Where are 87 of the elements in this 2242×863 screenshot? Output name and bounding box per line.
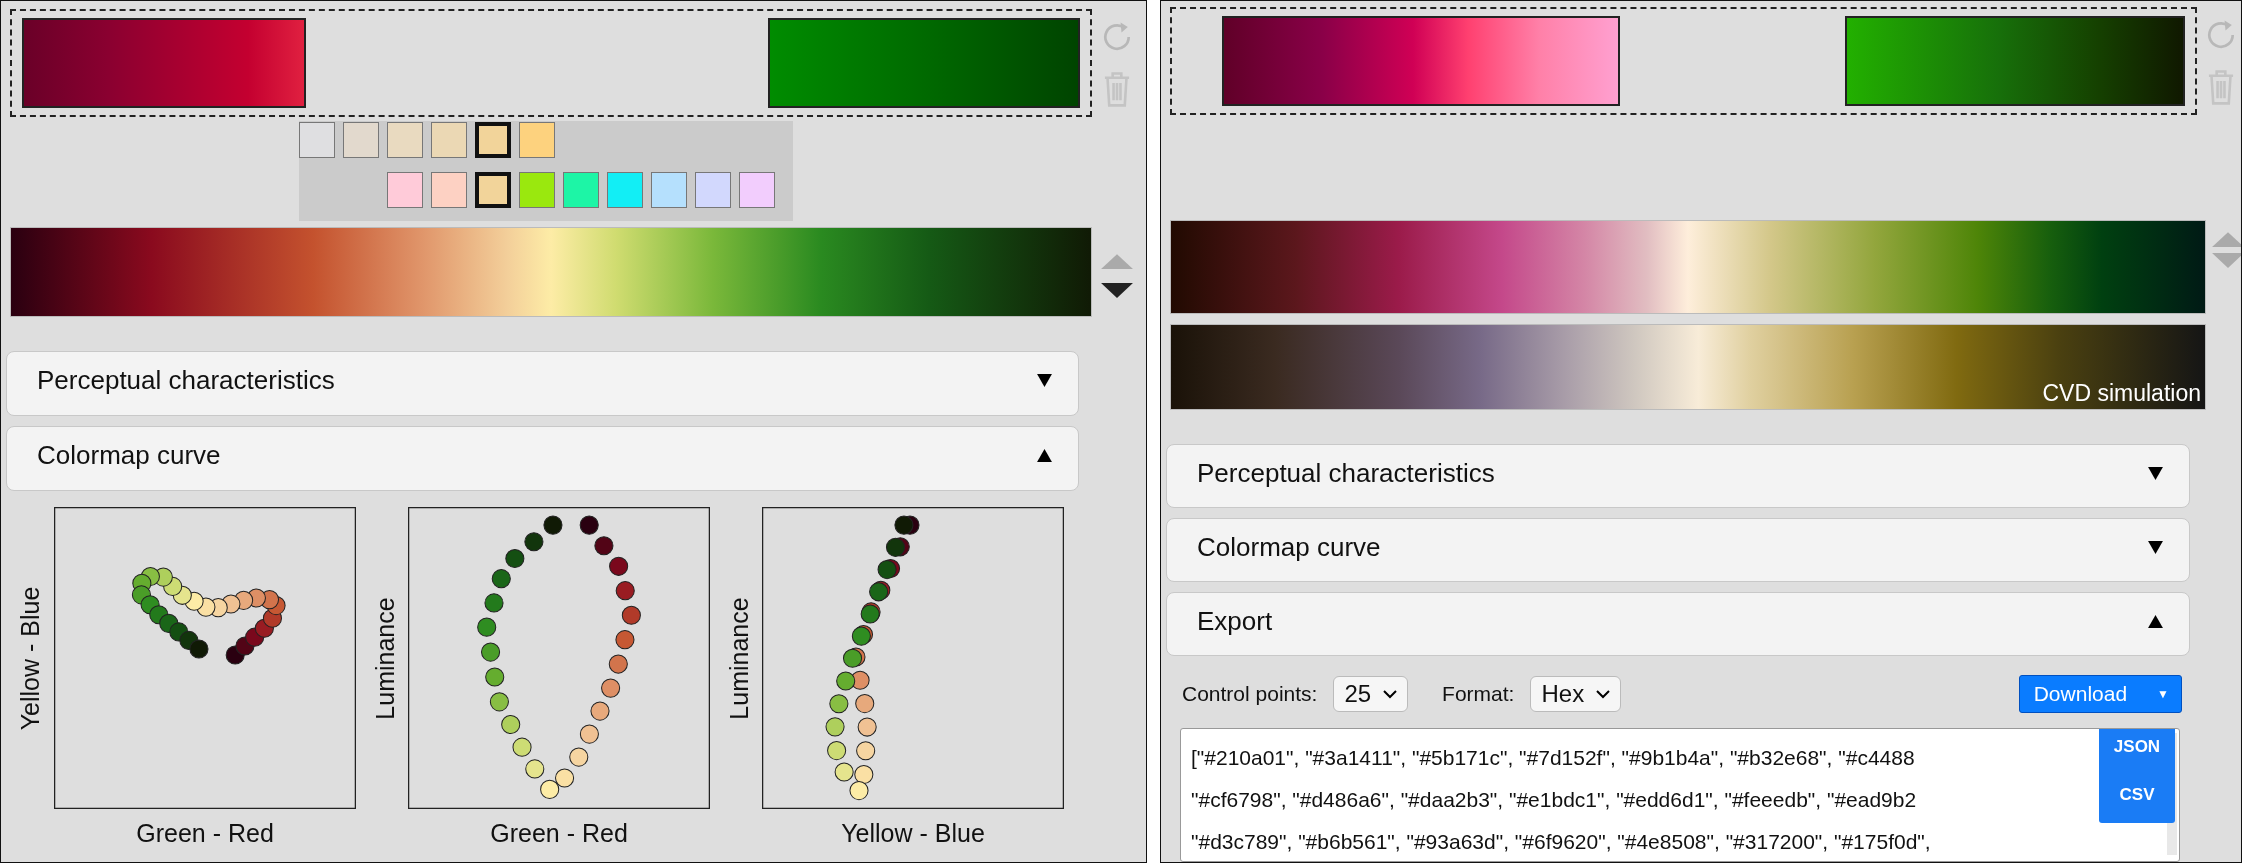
data-point (854, 764, 874, 785)
move-up-icon[interactable] (2212, 230, 2241, 247)
color-swatch[interactable] (387, 172, 423, 208)
axis-label: Green - Red (490, 819, 628, 848)
gradient-swatch[interactable] (1845, 16, 2186, 106)
axis-label: Yellow - Blue (16, 586, 46, 730)
data-point (608, 654, 628, 674)
data-point (849, 781, 869, 801)
gradient-swatch[interactable] (1222, 16, 1620, 106)
color-swatch[interactable] (651, 172, 687, 208)
menu-item[interactable]: JSON (2113, 737, 2161, 757)
data-point (579, 515, 599, 535)
format-select[interactable]: Hex (1530, 676, 1622, 712)
move-down-icon[interactable] (1101, 283, 1133, 300)
gradient-swatch[interactable] (768, 18, 1080, 108)
output-text-area[interactable]: ["#210a01", "#3a1411", "#5b171c", "#7d152f", "#9b1b4a", "#b32e68", "#c4488 "#cf6798", "#d486a6", "#daa2b3", "#e1bdc1", "#edd6d1", "#feeedb", "#ead9b2 "#d3c789", "#b6b561", "#93a63d", "#6f9620", "#4e8508", "#317200", "#175f0d", JSON CSV (1180, 728, 2180, 862)
data-point (856, 741, 876, 761)
color-swatch[interactable] (519, 122, 555, 158)
color-swatch[interactable] (519, 172, 555, 208)
color-swatch[interactable] (299, 122, 335, 158)
section-header[interactable]: Export (1166, 592, 2190, 656)
axis-label: Luminance (370, 596, 400, 720)
data-point (569, 747, 589, 767)
data-point (525, 759, 545, 779)
section-header[interactable]: Colormap curve (1166, 518, 2190, 582)
data-point (189, 639, 209, 659)
data-point (485, 667, 505, 687)
data-point (512, 737, 532, 757)
cvd-label: CVD simulation (2042, 380, 2201, 407)
data-point (885, 537, 906, 557)
section-header[interactable]: Perceptual characteristics (6, 351, 1079, 416)
section-header[interactable]: Perceptual characteristics (1166, 444, 2190, 508)
data-point (825, 717, 845, 737)
color-swatch[interactable] (739, 172, 775, 208)
color-swatch[interactable] (563, 172, 599, 208)
data-point (827, 741, 847, 761)
color-swatch[interactable] (431, 172, 467, 208)
data-point (491, 569, 511, 589)
axis-label: Green - Red (136, 819, 274, 848)
data-point (894, 515, 914, 535)
data-point (601, 678, 621, 698)
data-point (590, 701, 610, 721)
data-point (540, 779, 560, 799)
caret-icon (2148, 614, 2163, 628)
menu-item[interactable]: CSV (2119, 785, 2155, 805)
control-points-select[interactable]: 25 (1333, 676, 1409, 712)
caret-icon (1037, 374, 1052, 387)
color-swatch[interactable] (431, 122, 467, 158)
data-point (615, 581, 635, 601)
data-point (834, 762, 854, 782)
data-point (555, 768, 575, 788)
color-swatch[interactable] (695, 172, 731, 208)
color-swatch[interactable] (387, 122, 423, 158)
chevron-icon (1383, 689, 1398, 699)
data-point (594, 536, 614, 556)
data-point (477, 617, 497, 637)
data-point (621, 605, 641, 625)
data-point (505, 548, 525, 569)
data-point (829, 694, 849, 714)
data-point (484, 593, 504, 613)
color-swatch[interactable] (475, 172, 511, 208)
data-point (524, 532, 544, 552)
data-point (615, 630, 635, 650)
data-point (579, 724, 599, 744)
caret-icon (2148, 540, 2163, 554)
gradient-swatch[interactable] (22, 18, 306, 108)
data-point (543, 515, 563, 535)
color-swatch[interactable] (343, 122, 379, 158)
axis-label: Yellow - Blue (841, 819, 985, 848)
color-swatch[interactable] (475, 122, 511, 158)
caret-icon (1037, 449, 1052, 462)
format-label: Format: (1442, 682, 1515, 706)
data-point (857, 717, 877, 737)
caret-icon (2148, 466, 2163, 480)
data-point (855, 694, 875, 714)
axis-label: Luminance (724, 596, 754, 720)
section-header[interactable]: Colormap curve (6, 426, 1079, 491)
download-button[interactable]: Download ▼ (2018, 675, 2182, 713)
data-point (836, 671, 856, 691)
move-up-icon[interactable] (1101, 252, 1133, 269)
data-point (481, 642, 501, 662)
control-points-label: Control points: (1182, 682, 1318, 706)
data-point (609, 556, 629, 576)
data-point (489, 692, 509, 712)
color-swatch[interactable] (607, 172, 643, 208)
chevron-icon (1596, 689, 1611, 699)
data-point (501, 714, 521, 735)
